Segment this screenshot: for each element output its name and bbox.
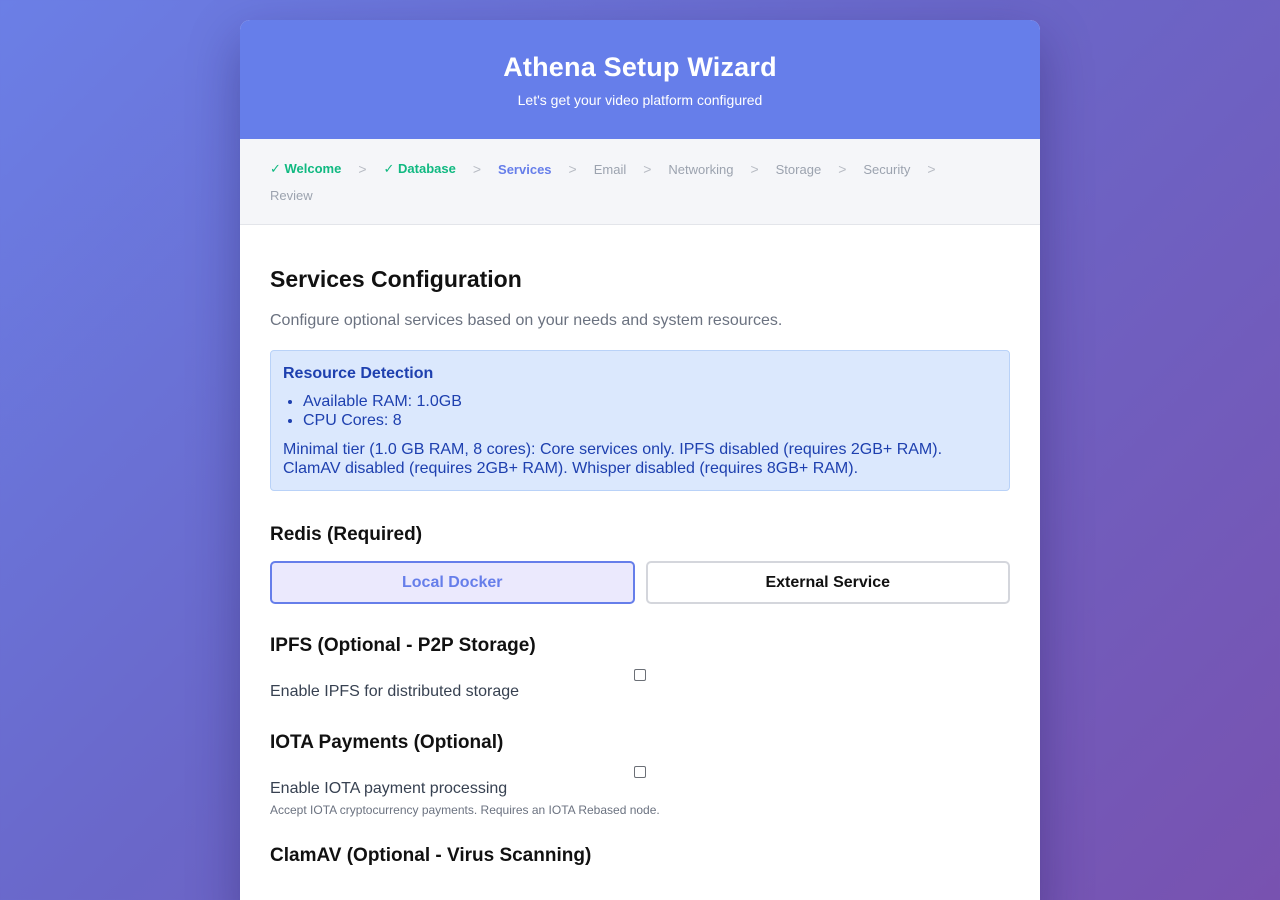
step-networking: Networking (668, 161, 734, 177)
step-separator: > (472, 161, 482, 177)
resource-detection-title: Resource Detection (283, 365, 434, 382)
resource-detection-box: Resource Detection Available RAM: 1.0GB … (270, 350, 1010, 491)
step-services[interactable]: Services (498, 162, 552, 177)
step-separator: > (838, 161, 847, 177)
wizard-steps-nav: ✓ Welcome > ✓ Database > Services > Emai… (240, 139, 1040, 225)
step-welcome[interactable]: ✓ Welcome (270, 161, 341, 177)
step-security: Security (863, 161, 911, 177)
clamav-section-title: ClamAV (Optional - Virus Scanning) (270, 845, 592, 866)
iota-checkbox-row: Enable IOTA payment processing (270, 766, 1010, 798)
step-review: Review (270, 188, 313, 203)
step-separator: > (643, 161, 652, 177)
step-email: Email (593, 161, 627, 177)
services-content: Services Configuration Configure optiona… (240, 225, 1040, 868)
step-separator: > (927, 161, 936, 177)
iota-checkbox-label: Enable IOTA payment processing (270, 780, 508, 797)
page-intro: Configure optional services based on you… (270, 312, 783, 329)
step-separator: > (568, 161, 577, 177)
setup-wizard-card: Athena Setup Wizard Let's get your video… (240, 20, 1040, 900)
resource-ram: Available RAM: 1.0GB (303, 392, 997, 411)
step-storage: Storage (775, 161, 822, 177)
step-separator: > (750, 161, 759, 177)
wizard-subtitle: Let's get your video platform configured (517, 92, 763, 108)
iota-enable-checkbox[interactable] (634, 766, 646, 778)
step-database[interactable]: ✓ Database (384, 161, 456, 177)
redis-external-service-button[interactable]: External Service (645, 561, 1010, 604)
ipfs-enable-checkbox[interactable] (634, 669, 646, 681)
resource-tier-note: Minimal tier (1.0 GB RAM, 8 cores): Core… (283, 441, 943, 477)
iota-hint: Accept IOTA cryptocurrency payments. Req… (270, 803, 660, 817)
ipfs-section-title: IPFS (Optional - P2P Storage) (270, 635, 536, 656)
resource-cpu: CPU Cores: 8 (303, 411, 997, 430)
ipfs-checkbox-label: Enable IPFS for distributed storage (270, 683, 520, 700)
redis-options: Local Docker External Service (270, 561, 1010, 604)
ipfs-checkbox-row: Enable IPFS for distributed storage (270, 669, 1010, 701)
redis-section-title: Redis (Required) (270, 524, 423, 545)
wizard-header: Athena Setup Wizard Let's get your video… (240, 20, 1040, 139)
iota-section-title: IOTA Payments (Optional) (270, 732, 504, 753)
redis-local-docker-button[interactable]: Local Docker (270, 561, 635, 604)
wizard-title: Athena Setup Wizard (503, 52, 777, 82)
resource-list: Available RAM: 1.0GB CPU Cores: 8 (283, 392, 997, 430)
step-separator: > (358, 161, 367, 177)
page-title: Services Configuration (270, 266, 522, 292)
